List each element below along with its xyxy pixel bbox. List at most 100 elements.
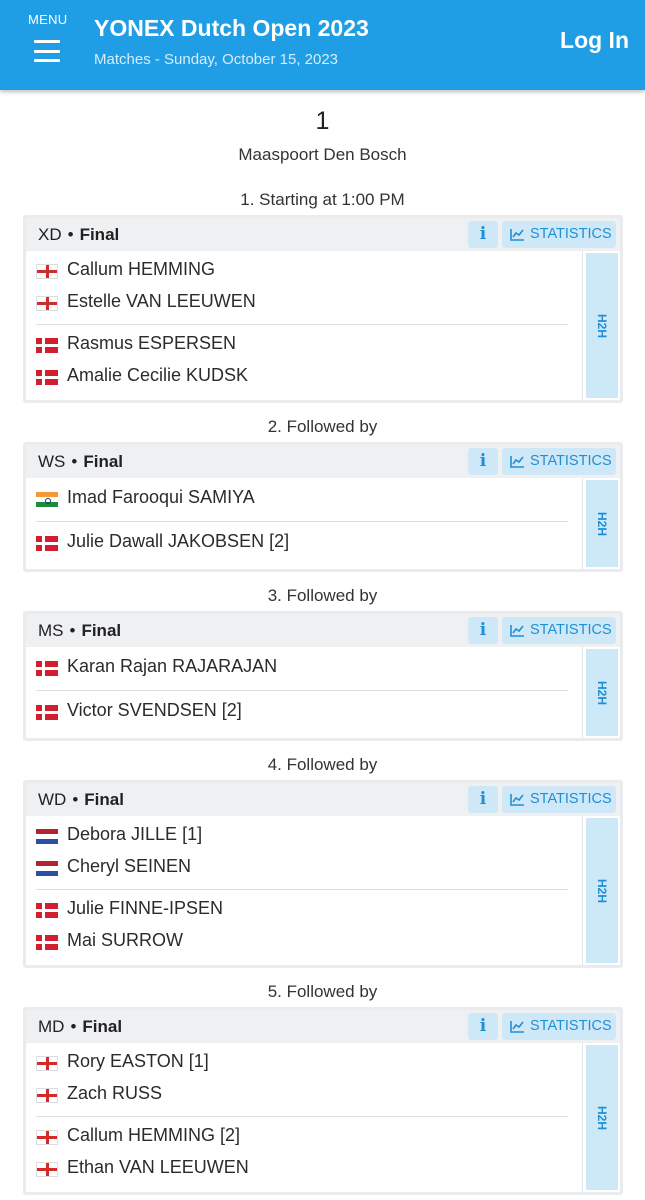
statistics-button[interactable]: STATISTICS [502,786,616,813]
match-header: XD • Final i STATISTICS [26,218,620,251]
netherlands-flag-icon [36,861,58,876]
player-name: Amalie Cecilie KUDSK [67,365,249,385]
menu-label: MENU [28,12,68,27]
divider [582,816,583,965]
round-name: Final [82,1017,123,1036]
player-name: Callum HEMMING [67,259,216,279]
info-button[interactable]: i [468,617,498,644]
info-button[interactable]: i [468,221,498,248]
event-code: WS [38,452,66,471]
team-divider [36,1116,568,1117]
event-code: XD [38,225,62,244]
netherlands-flag-icon [36,829,58,844]
info-button[interactable]: i [468,1013,498,1040]
match-slot-label: 2. Followed by [267,417,378,436]
denmark-flag-icon [36,903,58,918]
round-name: Final [84,790,124,809]
chart-line-icon [510,794,524,806]
h2h-label: H2H [595,878,609,903]
match-slot-label: 4. Followed by [267,755,378,774]
match-header: WS • Final i STATISTICS [26,445,620,478]
player-name: Zach RUSS [67,1083,163,1103]
h2h-label: H2H [595,1105,609,1130]
court-number: 1 [315,107,330,135]
match-card: WS • Final i STATISTICS Imad Farooqui SAMI… [23,442,623,572]
statistics-label: STATISTICS [530,453,612,469]
england-flag-icon [36,1088,58,1103]
h2h-button[interactable]: H2H [586,480,618,567]
h2h-label: H2H [595,680,609,705]
statistics-label: STATISTICS [530,791,612,807]
app-header: MENU YONEX Dutch Open 2023 Matches - Sun… [0,0,645,90]
match-slot-label: 1. Starting at 1:00 PM [240,190,405,209]
event-code: MS [38,621,64,640]
england-flag-icon [36,1056,58,1071]
tournament-title[interactable]: YONEX Dutch Open 2023 [94,15,369,42]
statistics-button[interactable]: STATISTICS [502,617,616,644]
player-name: Rasmus ESPERSEN [67,333,237,353]
info-button[interactable]: i [468,448,498,475]
denmark-flag-icon [36,536,58,551]
team-divider [36,889,568,890]
england-flag-icon [36,296,58,311]
denmark-flag-icon [36,370,58,385]
chart-line-icon [510,1021,524,1033]
statistics-label: STATISTICS [530,226,612,242]
menu-button[interactable]: MENU [22,10,72,70]
match-card: WD • Final i STATISTICS Debora JILLE [1] C… [23,780,623,968]
team-divider [36,690,568,691]
statistics-button[interactable]: STATISTICS [502,448,616,475]
match-body: Debora JILLE [1] Cheryl SEINEN Julie FIN… [26,816,620,965]
denmark-flag-icon [36,661,58,676]
h2h-label: H2H [595,313,609,338]
player-name: Victor SVENDSEN [2] [67,700,242,720]
match-header: MS • Final i STATISTICS [26,614,620,647]
round-name: Final [81,621,122,640]
statistics-button[interactable]: STATISTICS [502,1013,616,1040]
match-card: MD • Final i STATISTICS Rory EASTON [1] Za… [23,1007,623,1195]
page-subtitle: Matches - Sunday, October 15, 2023 [94,51,339,68]
login-button[interactable]: Log In [560,27,629,54]
h2h-button[interactable]: H2H [586,253,618,398]
player-name: Rory EASTON [1] [67,1051,209,1071]
venue-name: Maaspoort Den Bosch [238,145,407,164]
match-body: Karan Rajan RAJARAJAN Victor SVENDSEN [2… [26,647,620,738]
event-code: WD [38,790,67,809]
divider [582,1043,583,1192]
player-name: Ethan VAN LEEUWEN [67,1157,249,1177]
player-name: Karan Rajan RAJARAJAN [67,656,278,676]
chart-line-icon [510,456,524,468]
team-divider [36,521,568,522]
england-flag-icon [36,1162,58,1177]
denmark-flag-icon [36,935,58,950]
denmark-flag-icon [36,705,58,720]
match-card: MS • Final i STATISTICS Karan Rajan RAJARA… [23,611,623,741]
match-slot-label: 5. Followed by [267,982,378,1001]
player-name: Callum HEMMING [2] [67,1125,241,1145]
divider [582,647,583,738]
chart-line-icon [510,229,524,241]
denmark-flag-icon [36,338,58,353]
player-name: Imad Farooqui SAMIYA [67,487,255,507]
h2h-button[interactable]: H2H [586,649,618,736]
match-body: Rory EASTON [1] Zach RUSS Callum HEMMING… [26,1043,620,1192]
match-header: MD • Final i STATISTICS [26,1010,620,1043]
match-card: XD • Final i STATISTICS Callum HEMMING Est… [23,215,623,403]
match-body: Callum HEMMING Estelle VAN LEEUWEN Rasmu… [26,251,620,400]
statistics-button[interactable]: STATISTICS [502,221,616,248]
player-name: Estelle VAN LEEUWEN [67,291,256,311]
h2h-button[interactable]: H2H [586,1045,618,1190]
info-button[interactable]: i [468,786,498,813]
team-divider [36,324,568,325]
player-name: Julie Dawall JAKOBSEN [2] [67,531,290,551]
match-body: Imad Farooqui SAMIYA Julie Dawall JAKOBS… [26,478,620,569]
divider [582,251,583,400]
england-flag-icon [36,264,58,279]
divider [582,478,583,569]
statistics-label: STATISTICS [530,1018,612,1034]
player-name: Cheryl SEINEN [67,856,192,876]
match-header: WD • Final i STATISTICS [26,783,620,816]
h2h-button[interactable]: H2H [586,818,618,963]
india-flag-icon [36,492,58,507]
chart-line-icon [510,625,524,637]
